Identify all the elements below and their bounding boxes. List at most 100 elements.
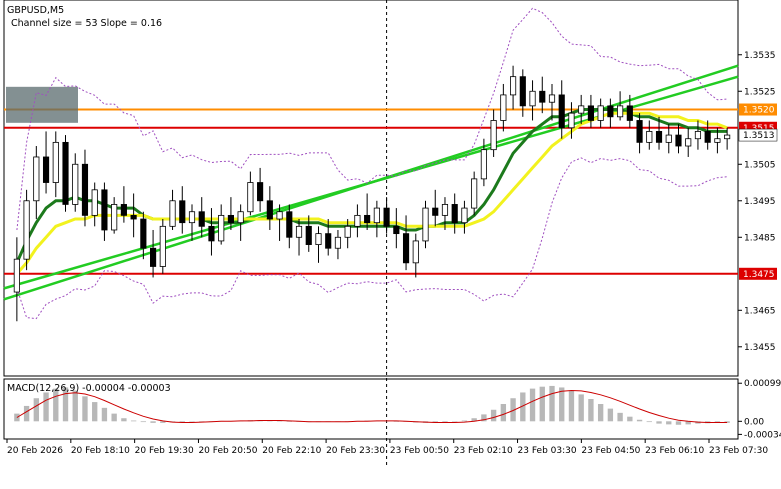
macd-bar [111,413,117,422]
candle-body [295,225,303,238]
x-tick-label: 20 Feb 2026 [7,446,63,456]
candle-body [33,156,40,202]
x-tick-label: 23 Feb 02:10 [454,446,513,456]
candle-body [72,163,79,205]
candle-body [286,211,293,238]
candle [422,200,429,249]
macd-bar [14,413,20,422]
candle-body [140,218,147,249]
macd-bar [646,421,652,423]
candle-body [490,120,497,151]
candle-body [354,214,361,227]
macd-y-tick-label: -0.00034 [744,430,781,440]
candle-body [91,189,98,216]
candle-body [422,207,429,242]
channel-info-label: Channel size = 53 Slope = 0.16 [11,18,162,29]
x-tick-label: 20 Feb 23:30 [326,446,385,456]
candle-body [685,138,692,147]
macd-bar [597,404,604,422]
y-tick-label: 1.3495 [744,197,776,207]
candle-body [548,94,556,103]
macd-bar [490,409,497,422]
macd-bar [43,392,49,422]
candle-body [471,178,478,209]
candle-body [441,204,449,216]
macd-bar [130,420,137,422]
candle-body [179,200,186,224]
candle-body [266,200,273,220]
candle [62,135,69,212]
candle-body [704,131,711,143]
x-tick-label: 20 Feb 20:50 [198,446,257,456]
macd-label: MACD(12,26,9) -0.00004 -0.00003 [7,383,171,394]
candle-body [480,149,487,180]
macd-bar [617,412,623,422]
candle-body [208,225,215,242]
candle-body [617,105,624,118]
candle-body [315,233,322,245]
candle-body [500,94,507,121]
macd-bar [121,418,127,422]
candle-body [714,138,721,143]
candle-body [451,204,458,224]
candle-body [655,131,663,143]
candle-body [402,233,410,264]
macd-bar [529,388,536,422]
candle-body [587,105,594,121]
y-tick-label: 1.3525 [744,87,776,97]
candle-body [159,225,166,267]
candle-body [23,200,30,260]
macd-bar [452,421,458,422]
candle-body [646,131,653,143]
candle-body [510,76,517,96]
macd-bar [675,421,682,425]
candle-body [130,214,137,220]
x-tick-label: 23 Feb 07:30 [709,446,768,456]
trading-chart: 1.3535 1.3525 1.3505 1.3495 1.3485 1.3465 1.34… [0,0,781,489]
candle-body [373,207,380,224]
macd-bar [82,396,88,422]
x-tick-label: 23 Feb 06:10 [645,446,704,456]
candle-body [529,90,536,107]
candle-body [198,211,205,227]
macd-bar [92,402,98,422]
x-tick-label: 20 Feb 19:30 [135,446,194,456]
macd-bar [568,390,575,422]
session-box [6,86,78,123]
candle-body [247,182,254,213]
candle-body [364,214,371,224]
candle-body [665,134,672,143]
level-tag-label: 1.3475 [743,270,775,280]
y-tick-label: 1.3455 [744,343,776,353]
macd-bar [101,407,108,422]
x-tick-label: 23 Feb 04:50 [581,446,640,456]
candle-body [626,105,633,121]
macd-bar [656,421,662,424]
candle-body [383,207,390,227]
candle-body [675,134,682,147]
candle-body [539,90,546,103]
candle-body [276,211,283,220]
candle-body [597,105,604,121]
macd-bar [23,405,30,422]
current-price-label: 1.3513 [743,131,775,141]
macd-bar [636,419,643,422]
chart-canvas: 1.3535 1.3525 1.3505 1.3495 1.3485 1.3465 1.34… [3,0,781,465]
macd-bar [627,416,633,422]
candle-body [188,211,196,224]
candle-body [607,105,614,118]
candle-body [578,105,585,114]
candle-body [334,236,342,249]
candle-body [568,112,575,129]
candle-body [13,258,20,293]
macd-bar [578,394,584,422]
symbol-label: GBPUSD,M5 [7,5,64,16]
candle-body [694,131,702,140]
candle-body [636,120,643,143]
macd-bar [666,421,672,425]
candle-body [150,247,157,267]
macd-y-tick-label: 0.00 [744,417,764,427]
y-tick-label: 1.3535 [744,51,776,61]
candle-body [42,156,50,183]
candle-body [724,134,731,140]
